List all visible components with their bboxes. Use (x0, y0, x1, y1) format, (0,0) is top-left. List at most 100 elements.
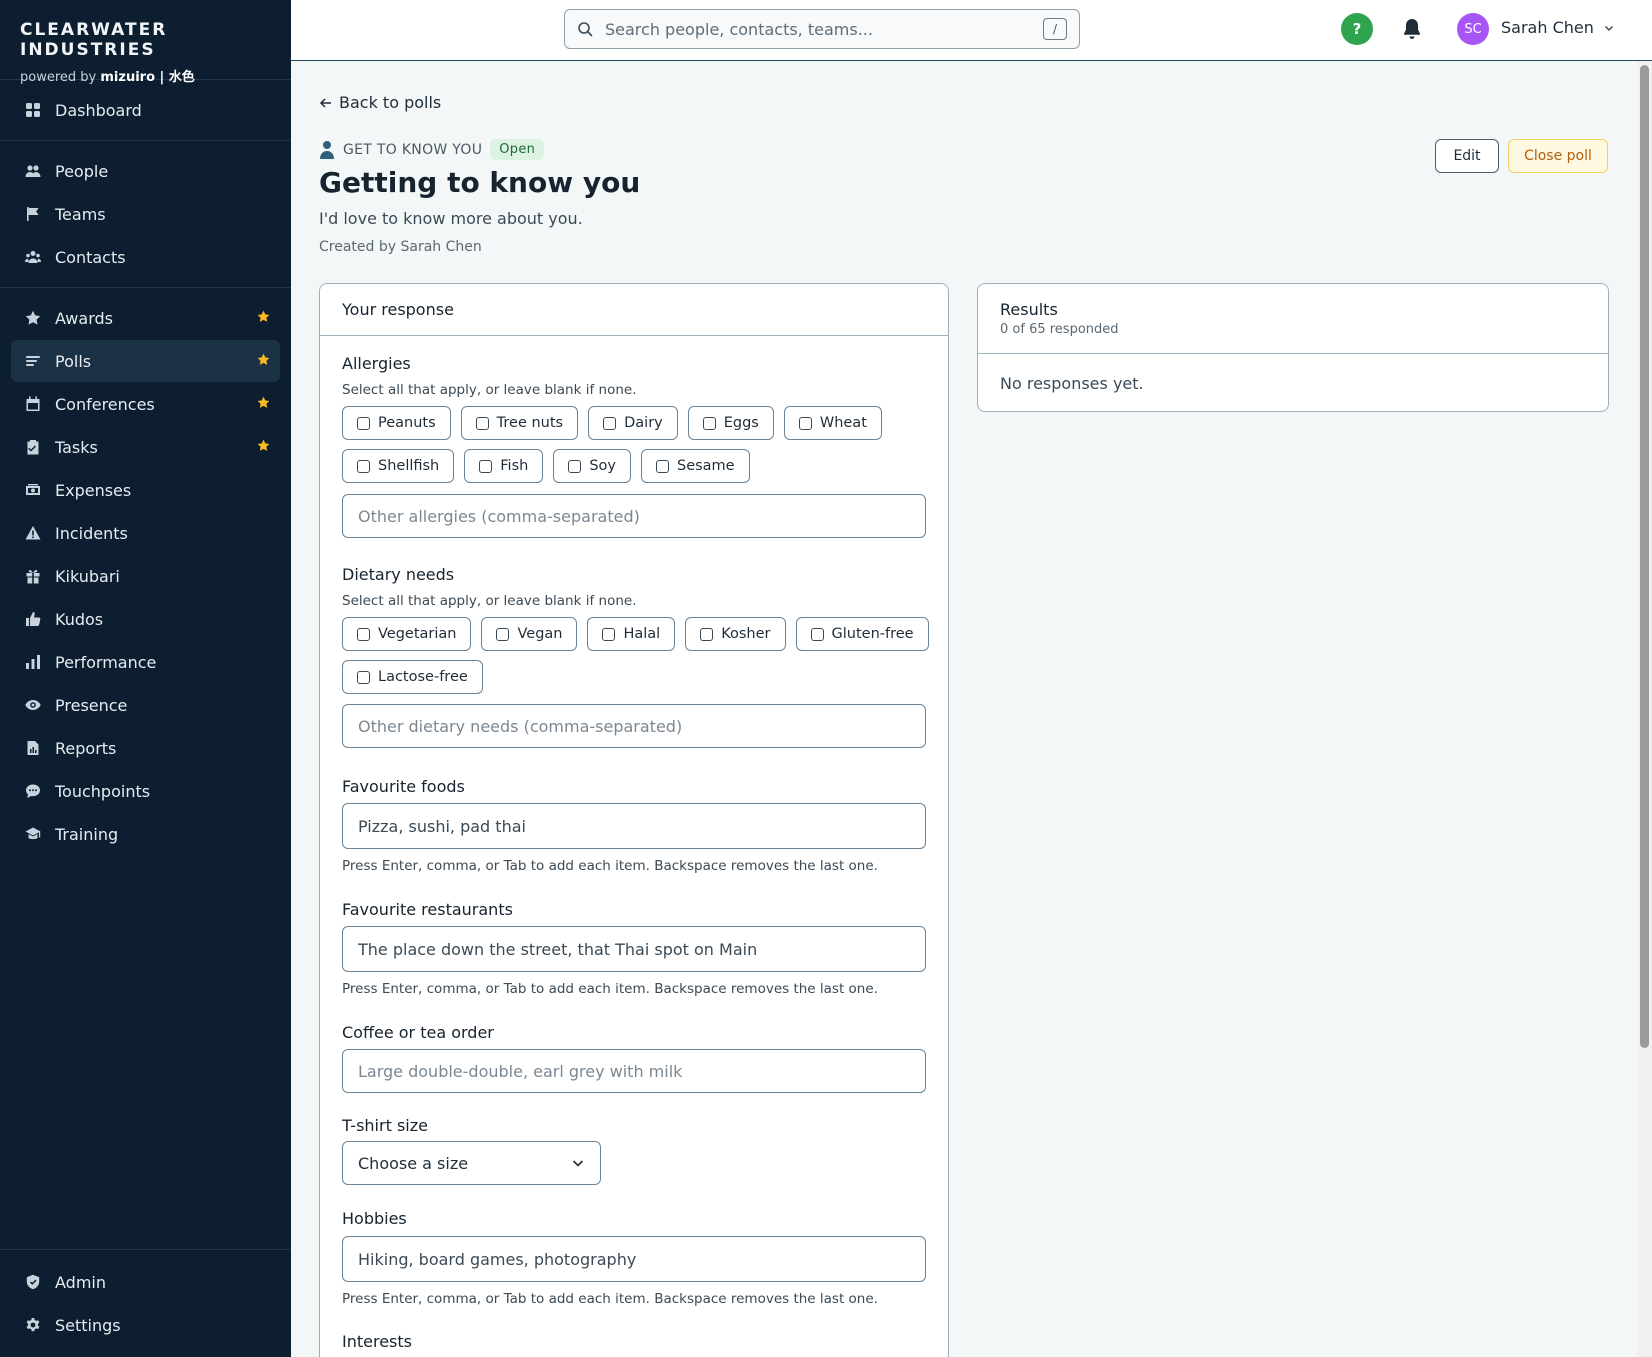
sidebar-item-contacts[interactable]: Contacts (11, 236, 280, 278)
edit-button[interactable]: Edit (1435, 139, 1499, 173)
option-label: Dairy (624, 415, 663, 431)
sidebar-item-presence[interactable]: Presence (11, 684, 280, 726)
option-checkbox-vegan[interactable]: Vegan (481, 617, 578, 651)
option-checkbox-shellfish[interactable]: Shellfish (342, 449, 455, 483)
sidebar-item-incidents[interactable]: Incidents (11, 512, 280, 554)
avatar[interactable]: SC (1457, 13, 1489, 45)
favourite-foods-input[interactable]: Pizza, sushi, pad thai (342, 803, 926, 849)
option-label: Peanuts (378, 415, 436, 431)
star-icon (25, 310, 41, 326)
option-checkbox-sesame[interactable]: Sesame (640, 449, 750, 483)
scrollbar-thumb[interactable] (1640, 65, 1649, 1048)
help-button[interactable]: ? (1341, 13, 1373, 45)
sidebar-item-training[interactable]: Training (11, 813, 280, 855)
response-card-title: Your response (342, 300, 454, 319)
option-checkbox-soy[interactable]: Soy (553, 449, 631, 483)
search-input[interactable]: Search people, contacts, teams... / (564, 9, 1080, 49)
coffee-order-placeholder: Large double-double, earl grey with milk (358, 1061, 683, 1081)
checkbox-icon[interactable] (603, 416, 617, 430)
allergies-hint: Select all that apply, or leave blank if… (342, 382, 637, 398)
sidebar-item-kikubari[interactable]: Kikubari (11, 555, 280, 597)
created-by: Created by Sarah Chen (319, 239, 482, 255)
sidebar-item-awards[interactable]: Awards (11, 297, 280, 339)
results-card-header: Results 0 of 65 responded (978, 284, 1608, 354)
option-label: Lactose-free (378, 669, 468, 685)
coffee-order-input[interactable]: Large double-double, earl grey with milk (342, 1049, 926, 1093)
option-checkbox-kosher[interactable]: Kosher (685, 617, 786, 651)
other-allergies-input[interactable]: Other allergies (comma-separated) (342, 494, 926, 538)
user-name[interactable]: Sarah Chen (1501, 18, 1594, 37)
checkbox-icon[interactable] (568, 459, 582, 473)
brand-name: CLEARWATER INDUSTRIES (20, 20, 168, 60)
gear-icon (25, 1317, 41, 1333)
checkbox-icon[interactable] (602, 627, 616, 641)
sidebar-item-label: Polls (55, 351, 92, 371)
status-badge: Open (490, 139, 545, 160)
checkbox-icon[interactable] (357, 670, 370, 684)
allergies-options-row-1: Peanuts Tree nuts Dairy Eggs Wheat (342, 406, 882, 440)
checkbox-icon[interactable] (357, 459, 370, 473)
favorite-star-icon[interactable] (257, 439, 270, 456)
checkbox-icon[interactable] (357, 416, 370, 430)
sidebar-item-polls[interactable]: Polls (11, 340, 280, 382)
checkbox-icon[interactable] (798, 416, 812, 430)
sidebar-item-kudos[interactable]: Kudos (11, 598, 280, 640)
option-checkbox-fish[interactable]: Fish (464, 449, 544, 483)
search-placeholder: Search people, contacts, teams... (605, 19, 873, 39)
calendar-icon (25, 396, 41, 412)
other-dietary-input[interactable]: Other dietary needs (comma-separated) (342, 704, 926, 748)
option-checkbox-dairy[interactable]: Dairy (588, 406, 678, 440)
option-checkbox-vegetarian[interactable]: Vegetarian (342, 617, 472, 651)
favorite-star-icon[interactable] (257, 310, 270, 327)
allergies-label: Allergies (342, 354, 411, 373)
sidebar-item-expenses[interactable]: Expenses (11, 469, 280, 511)
favorite-star-icon[interactable] (257, 396, 270, 413)
checkbox-icon[interactable] (702, 416, 716, 430)
checkbox-icon[interactable] (479, 459, 493, 473)
option-checkbox-gluten-free[interactable]: Gluten-free (795, 617, 929, 651)
sidebar-item-people[interactable]: People (11, 150, 280, 192)
checkbox-icon[interactable] (700, 627, 714, 641)
option-checkbox-halal[interactable]: Halal (587, 617, 676, 651)
report-icon (25, 740, 41, 756)
wallet-icon (25, 482, 41, 498)
option-checkbox-lactose-free[interactable]: Lactose-free (342, 660, 483, 694)
sidebar: CLEARWATER INDUSTRIES powered by mizuiro… (0, 0, 291, 1357)
option-checkbox-eggs[interactable]: Eggs (687, 406, 774, 440)
chevron-down-icon[interactable] (1603, 22, 1615, 34)
back-label: Back to polls (339, 93, 442, 112)
favorite-star-icon[interactable] (257, 353, 270, 370)
sidebar-item-conferences[interactable]: Conferences (11, 383, 280, 425)
favourite-restaurants-input[interactable]: The place down the street, that Thai spo… (342, 926, 926, 972)
sidebar-item-teams[interactable]: Teams (11, 193, 280, 235)
sidebar-item-touchpoints[interactable]: Touchpoints (11, 770, 280, 812)
checkbox-icon[interactable] (655, 459, 669, 473)
arrow-left-icon (319, 97, 331, 108)
bell-icon[interactable] (1401, 17, 1423, 41)
sidebar-item-performance[interactable]: Performance (11, 641, 280, 683)
hobbies-input[interactable]: Hiking, board games, photography (342, 1236, 926, 1282)
checkbox-icon[interactable] (496, 627, 510, 641)
option-checkbox-peanuts[interactable]: Peanuts (342, 406, 451, 440)
page-scrollbar[interactable] (1637, 61, 1652, 1357)
checkbox-icon[interactable] (357, 627, 370, 641)
tshirt-size-value: Choose a size (358, 1153, 469, 1173)
option-checkbox-tree-nuts[interactable]: Tree nuts (460, 406, 579, 440)
tshirt-size-select[interactable]: Choose a size (342, 1141, 601, 1185)
sidebar-item-label: Admin (55, 1272, 106, 1292)
back-to-polls-link[interactable]: Back to polls (319, 93, 441, 112)
favourite-foods-placeholder: Pizza, sushi, pad thai (358, 816, 526, 836)
checkbox-icon[interactable] (475, 416, 489, 430)
favourite-restaurants-label: Favourite restaurants (342, 900, 513, 919)
flag-icon (25, 206, 41, 222)
sidebar-item-admin[interactable]: Admin (11, 1261, 280, 1303)
sidebar-item-tasks[interactable]: Tasks (11, 426, 280, 468)
option-checkbox-wheat[interactable]: Wheat (783, 406, 882, 440)
sidebar-item-dashboard[interactable]: Dashboard (11, 89, 280, 131)
shield-icon (25, 1274, 41, 1290)
sidebar-item-reports[interactable]: Reports (11, 727, 280, 769)
graduation-cap-icon (25, 826, 41, 842)
close-poll-button[interactable]: Close poll (1508, 139, 1608, 173)
checkbox-icon[interactable] (810, 627, 824, 641)
sidebar-item-settings[interactable]: Settings (11, 1304, 280, 1346)
